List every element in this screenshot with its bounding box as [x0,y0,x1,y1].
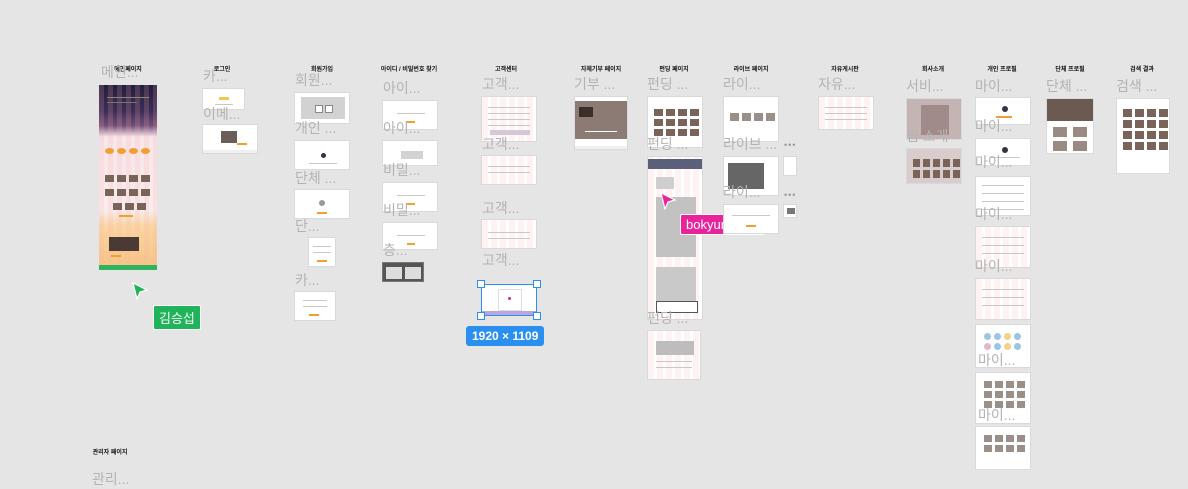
cursor-arrow-icon [132,282,149,300]
frame-group-profile[interactable] [1046,98,1094,154]
frame-name-group[interactable]: 단체 ... [1046,76,1087,96]
frame-name-live-1[interactable]: 라이... [723,74,760,94]
frame-name-live-2[interactable]: 라이브 ... [723,134,777,154]
frame-name-cs-3[interactable]: 고객... [482,198,519,218]
frame-name-profile-7[interactable]: 마이... [978,405,1015,425]
frame-name-live-3[interactable]: 라이... [723,182,760,202]
frame-name-signup-2[interactable]: 개인 ... [295,118,336,138]
selection-handle-br[interactable] [533,312,541,320]
frame-free-board[interactable] [818,96,874,130]
frame-name-profile-1[interactable]: 마이... [975,76,1012,96]
section-title-profile: 개인 프로필 [987,67,1017,73]
frame-name-signup-1[interactable]: 회원... [295,70,332,90]
selection-size-badge: 1920 × 1109 [466,326,545,346]
section-title-cs: 고객센터 [494,67,518,73]
frame-find-layer[interactable] [382,262,424,282]
section-title-search: 검색 결과 [1130,67,1154,73]
section-title-funding: 펀딩 페이지 [659,67,689,73]
section-title-donate: 자체기부 페이지 [580,67,622,73]
frame-name-login-1[interactable]: 카... [203,66,228,86]
frame-name-main[interactable]: 메인... [101,62,138,82]
frame-search-results[interactable] [1116,98,1170,174]
frame-name-signup-3[interactable]: 단체 ... [295,168,336,188]
frame-donate[interactable] [574,96,628,150]
frame-name-donate[interactable]: 기부 ... [574,74,615,94]
section-title-admin: 관리자 페이지 [92,450,128,456]
frame-live-side-2[interactable] [783,204,797,218]
more-dots-icon: ••• [784,140,797,150]
frame-funding-write[interactable] [647,330,701,380]
selection-handle-tl[interactable] [477,280,485,288]
frame-company-team[interactable] [906,148,962,184]
frame-name-profile-3[interactable]: 마이... [975,152,1012,172]
frame-name-funding-2[interactable]: 펀딩 ... [647,134,688,154]
frame-name-signup-4[interactable]: 단... [295,216,320,236]
frame-signup-personal[interactable] [294,140,350,170]
frame-name-cs-4[interactable]: 고객... [482,250,519,270]
frame-name-find-2[interactable]: 아이... [383,118,420,138]
frame-name-company-1[interactable]: 서비... [906,76,943,96]
frame-main-page[interactable] [99,85,157,270]
section-title-board: 자유게시판 [831,67,859,73]
frame-name-company-2[interactable]: 팀 소개 [906,126,949,146]
frame-name-profile-2[interactable]: 마이... [975,116,1012,136]
selection-handle-tr[interactable] [533,280,541,288]
frame-name-cs-2[interactable]: 고객... [482,134,519,154]
frame-funding-detail[interactable] [647,156,703,320]
section-title-group-profile: 단체 프로필 [1055,67,1085,73]
frame-signup-group[interactable] [294,189,350,219]
frame-name-admin[interactable]: 관리... [92,469,129,489]
frame-name-profile-6[interactable]: 마이... [978,350,1015,370]
frame-name-funding-3[interactable]: 펀딩 ... [647,308,688,328]
frame-name-cs-1[interactable]: 고객... [482,74,519,94]
frame-cs-2[interactable] [481,155,537,185]
frame-live-side-1[interactable] [783,156,797,176]
frame-signup-4[interactable] [308,237,336,267]
frame-name-login-2[interactable]: 이메... [203,104,240,124]
frame-profile-8[interactable] [975,426,1031,470]
frame-signup-5[interactable] [294,291,336,321]
section-title-live: 라이브 페이지 [733,67,769,73]
frame-name-profile-5[interactable]: 마이... [975,256,1012,276]
frame-login-email[interactable] [202,124,258,154]
frame-name-find-5[interactable]: 층... [383,240,408,260]
frame-name-find-1[interactable]: 아이... [383,78,420,98]
cursor-arrow-icon [660,192,677,210]
frame-live-write[interactable] [723,204,779,234]
frame-cs-4-selected[interactable] [481,284,537,316]
frame-name-funding-1[interactable]: 펀딩 ... [647,74,688,94]
more-dots-icon: ••• [784,190,797,200]
frame-name-search[interactable]: 검색 ... [1116,76,1157,96]
collaborator-tag-kim-seungseop: 김승섭 [153,305,201,330]
section-title-company: 회사소개 [921,67,945,73]
frame-name-find-4[interactable]: 비밀... [383,200,420,220]
frame-name-board[interactable]: 자유... [818,74,855,94]
frame-name-profile-4[interactable]: 마이... [975,204,1012,224]
selection-handle-bl[interactable] [477,312,485,320]
frame-cs-3[interactable] [481,219,537,249]
frame-profile-5[interactable] [975,278,1031,320]
section-title-find: 아이디 / 비밀번호 찾기 [380,67,438,73]
frame-name-signup-5[interactable]: 카... [295,270,320,290]
frame-name-find-3[interactable]: 비밀... [383,160,420,180]
